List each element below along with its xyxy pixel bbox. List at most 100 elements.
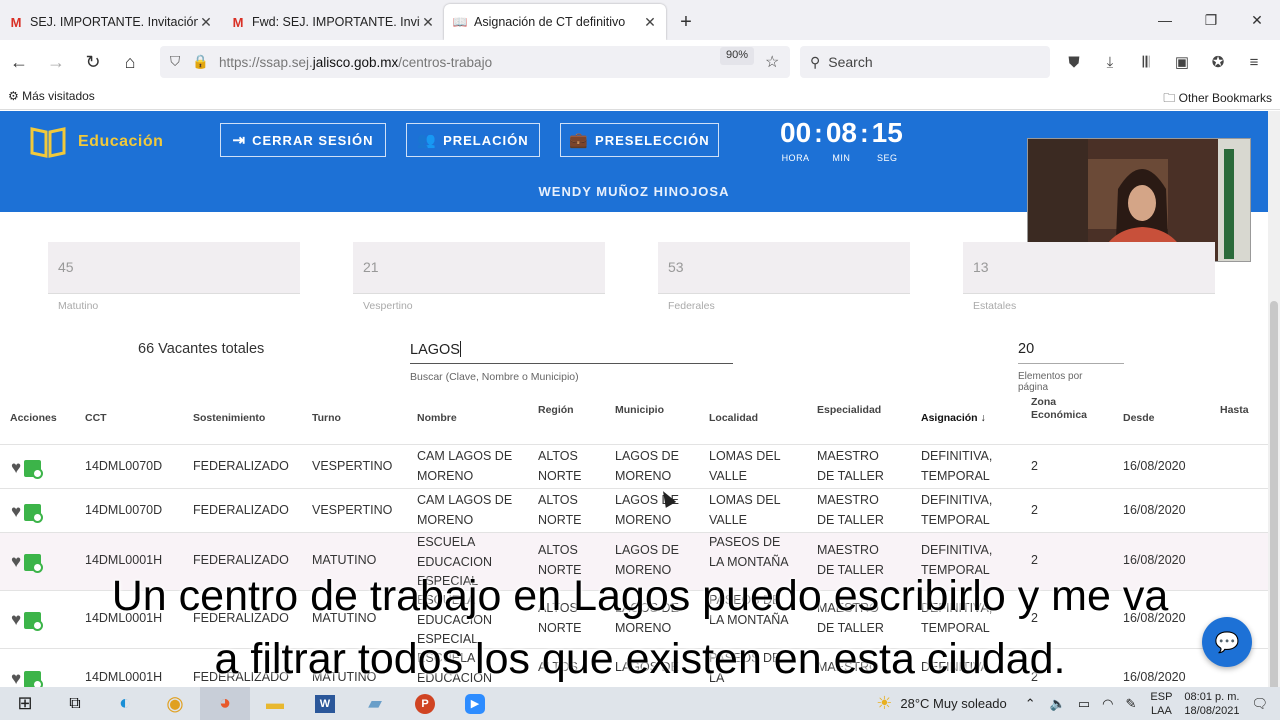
cell-municipio: LAGOS DE MORENO: [615, 449, 679, 483]
back-icon[interactable]: ←: [1, 46, 37, 78]
map-search-icon[interactable]: [24, 459, 44, 479]
col-zona[interactable]: Zona Económica: [1031, 396, 1101, 422]
restore-icon[interactable]: ❐: [1188, 0, 1234, 40]
book-icon: 📖: [452, 15, 468, 29]
stat-label: Federales: [668, 300, 715, 312]
filter-search-input[interactable]: LAGOS: [410, 338, 733, 364]
close-window-icon[interactable]: ✕: [1234, 0, 1280, 40]
download-icon[interactable]: ⤓: [1092, 46, 1128, 78]
chrome-icon[interactable]: ◉: [150, 687, 200, 720]
per-page-input[interactable]: 20: [1018, 338, 1124, 364]
table-row[interactable]: ♥ 14DML0070D FEDERALIZADO VESPERTINO CAM…: [0, 444, 1268, 488]
chevron-up-icon[interactable]: ⌃: [1025, 696, 1036, 712]
gmail-icon: M: [10, 14, 22, 30]
stat-value: 13: [963, 242, 1215, 294]
col-turno[interactable]: Turno: [312, 412, 341, 425]
heart-icon[interactable]: ♥: [11, 458, 21, 478]
session-timer: 00 HORA : 08 MIN : 15 SEG: [780, 117, 903, 163]
cell-especialidad: MAESTRO DE TALLER: [817, 449, 884, 483]
map-search-icon[interactable]: [24, 503, 44, 523]
pocket-icon[interactable]: ⛊: [1056, 46, 1092, 78]
cell-turno: VESPERTINO: [312, 459, 393, 473]
close-icon[interactable]: ✕: [642, 14, 658, 31]
zoom-level[interactable]: 90%: [720, 47, 755, 65]
volume-icon[interactable]: 🔈: [1050, 696, 1066, 712]
powerpoint-icon[interactable]: P: [400, 687, 450, 720]
filter-search-help: Buscar (Clave, Nombre o Municipio): [410, 371, 579, 383]
cell-turno: MATUTINO: [312, 553, 377, 567]
clock[interactable]: 08:01 p. m. 18/08/2021: [1184, 690, 1239, 718]
col-sostenimiento[interactable]: Sostenimiento: [193, 412, 265, 425]
notification-icon[interactable]: 🗨: [1251, 696, 1268, 712]
stat-label: Vespertino: [363, 300, 413, 312]
cell-cct: 14DML0001H: [85, 553, 163, 567]
col-hasta[interactable]: Hasta: [1220, 404, 1249, 417]
bookmark-other[interactable]: 🗀 Other Bookmarks: [1163, 89, 1272, 110]
battery-icon[interactable]: ▭: [1078, 696, 1090, 712]
heart-icon[interactable]: ♥: [11, 552, 21, 572]
col-especialidad[interactable]: Especialidad: [817, 404, 881, 417]
word-icon[interactable]: W: [300, 687, 350, 720]
col-municipio[interactable]: Municipio: [615, 404, 664, 417]
pen-icon[interactable]: ✎: [1126, 696, 1137, 712]
col-cct[interactable]: CCT: [85, 412, 107, 425]
reload-icon[interactable]: ↻: [75, 46, 111, 78]
gear-icon: ⚙: [8, 89, 19, 103]
weather-text[interactable]: 28°C Muy soleado: [900, 696, 1006, 711]
prelacion-button[interactable]: 👥 PRELACIÓN: [406, 123, 540, 157]
group-icon: 👥: [417, 132, 438, 149]
forward-icon[interactable]: →: [38, 46, 74, 78]
new-tab-button[interactable]: +: [666, 4, 706, 40]
library-icon[interactable]: 𝄃𝄃: [1128, 46, 1164, 78]
cell-cct: 14DML0070D: [85, 459, 163, 473]
logout-label: CERRAR SESIÓN: [252, 132, 374, 148]
windows-start-icon[interactable]: ⊞: [0, 687, 50, 720]
edge-icon[interactable]: ◐: [100, 687, 150, 720]
preseleccion-button[interactable]: 💼 PRESELECCIÓN: [560, 123, 719, 157]
browser-tab-1[interactable]: M SEJ. IMPORTANTE. Invitación, e ✕: [0, 4, 222, 40]
zoom-icon[interactable]: ▶: [450, 687, 500, 720]
col-localidad[interactable]: Localidad: [709, 412, 758, 425]
close-icon[interactable]: ✕: [198, 14, 214, 31]
firefox-icon[interactable]: ◕: [200, 687, 250, 720]
lock-icon: 🔒: [192, 54, 209, 69]
col-desde[interactable]: Desde: [1123, 412, 1155, 425]
home-icon[interactable]: ⌂: [112, 46, 148, 78]
map-search-icon[interactable]: [24, 553, 44, 573]
logo-text: Educación: [78, 133, 164, 150]
cell-localidad: PASEOS DE LA MONTAÑA: [709, 535, 789, 569]
weather-icon: ☀: [876, 693, 893, 713]
url-bar[interactable]: ⛉ 🔒 https://ssap.sej. jalisco.gob.mx/cent…: [160, 46, 790, 78]
heart-icon[interactable]: ♥: [11, 502, 21, 522]
stat-card-vespertino: 21 Vespertino: [353, 242, 605, 312]
extension-icon[interactable]: ✪: [1200, 46, 1236, 78]
bookmark-star-icon[interactable]: ☆: [765, 52, 779, 72]
wifi-icon[interactable]: ◠: [1102, 696, 1113, 712]
logout-button[interactable]: ⇥ CERRAR SESIÓN: [220, 123, 386, 157]
filter-search-value: LAGOS: [410, 342, 460, 358]
app-logo[interactable]: Educación: [30, 125, 163, 159]
bookmark-mas-visitados[interactable]: ⚙ Más visitados: [8, 89, 95, 103]
logout-icon: ⇥: [232, 132, 247, 149]
url-domain: jalisco.gob.mx: [312, 54, 399, 70]
col-region[interactable]: Región: [538, 404, 574, 417]
table-row[interactable]: ♥ 14DML0070D FEDERALIZADO VESPERTINO CAM…: [0, 488, 1268, 532]
menu-icon[interactable]: ≡: [1236, 46, 1272, 78]
container-icon[interactable]: ▣: [1164, 46, 1200, 78]
windows-taskbar: ⊞ ⧉ ◐ ◉ ◕ ▬ W ▰ P ▶ ☀ 28°C Muy soleado ⌃…: [0, 687, 1280, 720]
col-asignacion[interactable]: Asignación ↓: [921, 412, 986, 425]
col-nombre[interactable]: Nombre: [417, 412, 457, 425]
minimize-icon[interactable]: —: [1142, 0, 1188, 40]
timer-minutes-label: MIN: [832, 153, 851, 163]
close-icon[interactable]: ✕: [420, 14, 436, 31]
cell-desde: 16/08/2020: [1123, 503, 1186, 517]
notes-icon[interactable]: ▰: [350, 687, 400, 720]
timer-minutes: 08: [825, 117, 857, 148]
file-explorer-icon[interactable]: ▬: [250, 687, 300, 720]
search-placeholder: Search: [828, 54, 873, 70]
language-indicator[interactable]: ESP LAA: [1150, 690, 1172, 718]
browser-tab-2[interactable]: M Fwd: SEJ. IMPORTANTE. Invitaci ✕: [222, 4, 444, 40]
browser-tab-3[interactable]: 📖 Asignación de CT definitivo ✕: [444, 4, 666, 40]
task-view-icon[interactable]: ⧉: [50, 687, 100, 720]
search-input[interactable]: ⚲ Search: [800, 46, 1050, 78]
